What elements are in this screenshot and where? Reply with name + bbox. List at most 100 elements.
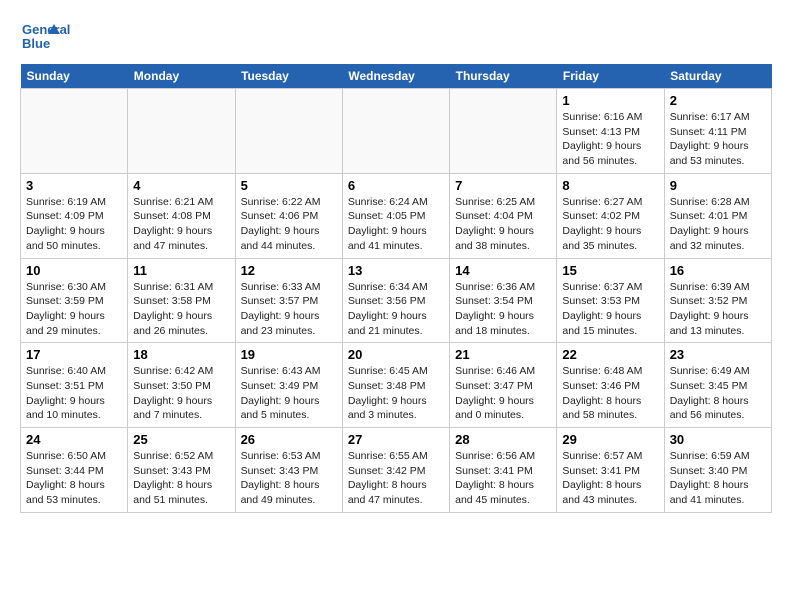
- day-info: Sunrise: 6:48 AM Sunset: 3:46 PM Dayligh…: [562, 364, 658, 423]
- calendar-cell: 20 Sunrise: 6:45 AM Sunset: 3:48 PM Dayli…: [342, 343, 449, 428]
- day-number: 20: [348, 347, 444, 362]
- calendar-cell: 26 Sunrise: 6:53 AM Sunset: 3:43 PM Dayli…: [235, 428, 342, 513]
- calendar-cell: 18 Sunrise: 6:42 AM Sunset: 3:50 PM Dayli…: [128, 343, 235, 428]
- day-number: 25: [133, 432, 229, 447]
- day-number: 8: [562, 178, 658, 193]
- day-info: Sunrise: 6:31 AM Sunset: 3:58 PM Dayligh…: [133, 280, 229, 339]
- day-info: Sunrise: 6:24 AM Sunset: 4:05 PM Dayligh…: [348, 195, 444, 254]
- svg-text:General: General: [22, 22, 70, 37]
- day-info: Sunrise: 6:52 AM Sunset: 3:43 PM Dayligh…: [133, 449, 229, 508]
- calendar-cell: 12 Sunrise: 6:33 AM Sunset: 3:57 PM Dayli…: [235, 258, 342, 343]
- week-row-2: 3 Sunrise: 6:19 AM Sunset: 4:09 PM Daylig…: [21, 173, 772, 258]
- day-number: 12: [241, 263, 337, 278]
- day-number: 6: [348, 178, 444, 193]
- day-info: Sunrise: 6:28 AM Sunset: 4:01 PM Dayligh…: [670, 195, 766, 254]
- weekday-header-friday: Friday: [557, 64, 664, 89]
- calendar-cell: 25 Sunrise: 6:52 AM Sunset: 3:43 PM Dayli…: [128, 428, 235, 513]
- day-info: Sunrise: 6:57 AM Sunset: 3:41 PM Dayligh…: [562, 449, 658, 508]
- day-number: 24: [26, 432, 122, 447]
- day-number: 16: [670, 263, 766, 278]
- calendar-cell: 6 Sunrise: 6:24 AM Sunset: 4:05 PM Daylig…: [342, 173, 449, 258]
- day-info: Sunrise: 6:40 AM Sunset: 3:51 PM Dayligh…: [26, 364, 122, 423]
- day-number: 18: [133, 347, 229, 362]
- calendar-table: SundayMondayTuesdayWednesdayThursdayFrid…: [20, 64, 772, 513]
- day-number: 15: [562, 263, 658, 278]
- day-number: 26: [241, 432, 337, 447]
- calendar-cell: 24 Sunrise: 6:50 AM Sunset: 3:44 PM Dayli…: [21, 428, 128, 513]
- calendar-cell: 28Sunrise: 6:56 AM Sunset: 3:41 PM Dayli…: [450, 428, 557, 513]
- day-number: 10: [26, 263, 122, 278]
- week-row-1: 1 Sunrise: 6:16 AM Sunset: 4:13 PM Daylig…: [21, 89, 772, 174]
- day-info: Sunrise: 6:50 AM Sunset: 3:44 PM Dayligh…: [26, 449, 122, 508]
- day-number: 5: [241, 178, 337, 193]
- weekday-header-monday: Monday: [128, 64, 235, 89]
- calendar-cell: 13Sunrise: 6:34 AM Sunset: 3:56 PM Dayli…: [342, 258, 449, 343]
- day-number: 4: [133, 178, 229, 193]
- calendar-cell: [342, 89, 449, 174]
- calendar-cell: 15Sunrise: 6:37 AM Sunset: 3:53 PM Dayli…: [557, 258, 664, 343]
- calendar-cell: 4 Sunrise: 6:21 AM Sunset: 4:08 PM Daylig…: [128, 173, 235, 258]
- day-info: Sunrise: 6:42 AM Sunset: 3:50 PM Dayligh…: [133, 364, 229, 423]
- day-info: Sunrise: 6:27 AM Sunset: 4:02 PM Dayligh…: [562, 195, 658, 254]
- day-info: Sunrise: 6:45 AM Sunset: 3:48 PM Dayligh…: [348, 364, 444, 423]
- calendar-cell: 21Sunrise: 6:46 AM Sunset: 3:47 PM Dayli…: [450, 343, 557, 428]
- calendar-cell: 11 Sunrise: 6:31 AM Sunset: 3:58 PM Dayli…: [128, 258, 235, 343]
- day-info: Sunrise: 6:21 AM Sunset: 4:08 PM Dayligh…: [133, 195, 229, 254]
- calendar-cell: [21, 89, 128, 174]
- weekday-header-sunday: Sunday: [21, 64, 128, 89]
- calendar-cell: [235, 89, 342, 174]
- calendar-cell: 17Sunrise: 6:40 AM Sunset: 3:51 PM Dayli…: [21, 343, 128, 428]
- calendar-cell: 23 Sunrise: 6:49 AM Sunset: 3:45 PM Dayli…: [664, 343, 771, 428]
- calendar-cell: 9 Sunrise: 6:28 AM Sunset: 4:01 PM Daylig…: [664, 173, 771, 258]
- calendar-cell: 29 Sunrise: 6:57 AM Sunset: 3:41 PM Dayli…: [557, 428, 664, 513]
- day-info: Sunrise: 6:55 AM Sunset: 3:42 PM Dayligh…: [348, 449, 444, 508]
- day-number: 2: [670, 93, 766, 108]
- day-info: Sunrise: 6:30 AM Sunset: 3:59 PM Dayligh…: [26, 280, 122, 339]
- day-number: 11: [133, 263, 229, 278]
- day-number: 3: [26, 178, 122, 193]
- page-header: General Blue: [20, 16, 772, 56]
- day-number: 9: [670, 178, 766, 193]
- day-number: 19: [241, 347, 337, 362]
- calendar-cell: 10 Sunrise: 6:30 AM Sunset: 3:59 PM Dayli…: [21, 258, 128, 343]
- day-info: Sunrise: 6:16 AM Sunset: 4:13 PM Dayligh…: [562, 110, 658, 169]
- calendar-cell: 1 Sunrise: 6:16 AM Sunset: 4:13 PM Daylig…: [557, 89, 664, 174]
- calendar-cell: [128, 89, 235, 174]
- weekday-header-tuesday: Tuesday: [235, 64, 342, 89]
- calendar-cell: 27 Sunrise: 6:55 AM Sunset: 3:42 PM Dayli…: [342, 428, 449, 513]
- weekday-header-saturday: Saturday: [664, 64, 771, 89]
- logo: General Blue: [20, 16, 90, 56]
- day-info: Sunrise: 6:53 AM Sunset: 3:43 PM Dayligh…: [241, 449, 337, 508]
- day-info: Sunrise: 6:34 AM Sunset: 3:56 PM Dayligh…: [348, 280, 444, 339]
- svg-text:Blue: Blue: [22, 36, 50, 51]
- day-info: Sunrise: 6:19 AM Sunset: 4:09 PM Dayligh…: [26, 195, 122, 254]
- calendar-cell: 8 Sunrise: 6:27 AM Sunset: 4:02 PM Daylig…: [557, 173, 664, 258]
- calendar-cell: 5Sunrise: 6:22 AM Sunset: 4:06 PM Daylig…: [235, 173, 342, 258]
- day-info: Sunrise: 6:25 AM Sunset: 4:04 PM Dayligh…: [455, 195, 551, 254]
- day-info: Sunrise: 6:17 AM Sunset: 4:11 PM Dayligh…: [670, 110, 766, 169]
- calendar-cell: 16 Sunrise: 6:39 AM Sunset: 3:52 PM Dayli…: [664, 258, 771, 343]
- day-number: 1: [562, 93, 658, 108]
- day-number: 30: [670, 432, 766, 447]
- day-info: Sunrise: 6:33 AM Sunset: 3:57 PM Dayligh…: [241, 280, 337, 339]
- day-info: Sunrise: 6:59 AM Sunset: 3:40 PM Dayligh…: [670, 449, 766, 508]
- week-row-5: 24 Sunrise: 6:50 AM Sunset: 3:44 PM Dayli…: [21, 428, 772, 513]
- day-number: 14: [455, 263, 551, 278]
- calendar-cell: 22 Sunrise: 6:48 AM Sunset: 3:46 PM Dayli…: [557, 343, 664, 428]
- day-number: 23: [670, 347, 766, 362]
- day-number: 22: [562, 347, 658, 362]
- logo-icon: General Blue: [20, 16, 90, 56]
- day-info: Sunrise: 6:56 AM Sunset: 3:41 PM Dayligh…: [455, 449, 551, 508]
- day-number: 7: [455, 178, 551, 193]
- calendar-cell: 2 Sunrise: 6:17 AM Sunset: 4:11 PM Daylig…: [664, 89, 771, 174]
- day-info: Sunrise: 6:49 AM Sunset: 3:45 PM Dayligh…: [670, 364, 766, 423]
- weekday-header-thursday: Thursday: [450, 64, 557, 89]
- week-row-4: 17Sunrise: 6:40 AM Sunset: 3:51 PM Dayli…: [21, 343, 772, 428]
- day-info: Sunrise: 6:39 AM Sunset: 3:52 PM Dayligh…: [670, 280, 766, 339]
- day-number: 29: [562, 432, 658, 447]
- calendar-cell: 19Sunrise: 6:43 AM Sunset: 3:49 PM Dayli…: [235, 343, 342, 428]
- week-row-3: 10 Sunrise: 6:30 AM Sunset: 3:59 PM Dayli…: [21, 258, 772, 343]
- day-number: 27: [348, 432, 444, 447]
- day-info: Sunrise: 6:36 AM Sunset: 3:54 PM Dayligh…: [455, 280, 551, 339]
- day-info: Sunrise: 6:46 AM Sunset: 3:47 PM Dayligh…: [455, 364, 551, 423]
